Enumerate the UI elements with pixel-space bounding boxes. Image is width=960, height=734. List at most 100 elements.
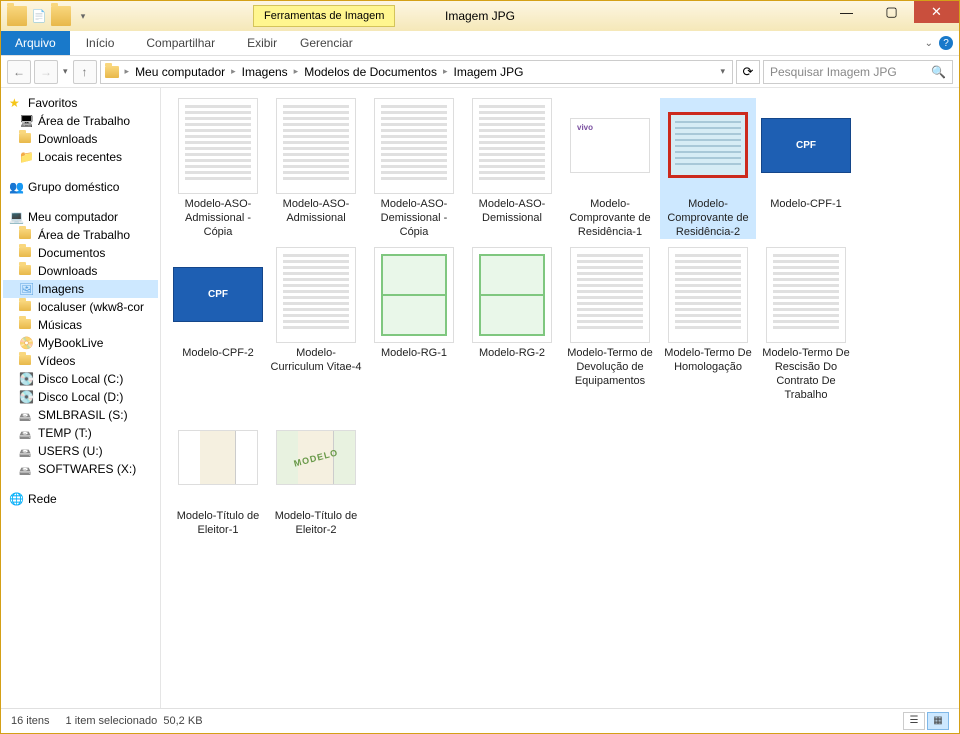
file-item[interactable]: Modelo-ASO-Admissional <box>268 98 364 239</box>
breadcrumb-models[interactable]: Modelos de Documentos <box>304 65 437 79</box>
breadcrumb-images[interactable]: Imagens <box>242 65 288 79</box>
status-bar: 16 itens 1 item selecionado 50,2 KB ☰ ▦ <box>1 708 959 732</box>
title-bar: 📄 ▾ Ferramentas de Imagem Imagem JPG — ▢… <box>1 1 959 31</box>
ribbon-expand-icon[interactable]: ⌄ <box>925 38 933 49</box>
address-bar: ← → ▾ ↑ ▸ Meu computador ▸ Imagens ▸ Mod… <box>1 56 959 88</box>
tree-drive-d[interactable]: 💽Disco Local (D:) <box>3 388 158 406</box>
refresh-button[interactable]: ⟳ <box>736 60 760 84</box>
file-item[interactable]: Modelo-Comprovante de Residência-2 <box>660 98 756 239</box>
file-label: Modelo-Termo De Rescisão Do Contrato De … <box>758 347 854 402</box>
navigation-tree: ★Favoritos 🖥Área de Trabalho Downloads 📁… <box>1 88 161 708</box>
chevron-right-icon[interactable]: ▸ <box>290 66 303 77</box>
help-icon[interactable]: ? <box>939 36 953 50</box>
tree-downloads[interactable]: Downloads <box>3 130 158 148</box>
tree-drive-c[interactable]: 💽Disco Local (C:) <box>3 370 158 388</box>
breadcrumb-root[interactable]: Meu computador <box>135 65 225 79</box>
forward-button[interactable]: → <box>34 60 58 84</box>
file-label: Modelo-Curriculum Vitae-4 <box>268 347 364 375</box>
view-details-button[interactable]: ☰ <box>903 712 925 730</box>
file-thumbnail <box>178 430 258 485</box>
file-item[interactable]: Modelo-ASO-Demissional - Cópia <box>366 98 462 239</box>
file-content-area[interactable]: Modelo-ASO-Admissional - CópiaModelo-ASO… <box>161 88 959 708</box>
file-thumbnail: CPF <box>761 118 851 173</box>
tree-drive-s[interactable]: 🖴SMLBRASIL (S:) <box>3 406 158 424</box>
file-thumbnail <box>374 247 454 343</box>
tree-pc-videos[interactable]: Vídeos <box>3 352 158 370</box>
file-thumbnail <box>276 430 356 485</box>
tree-favorites[interactable]: ★Favoritos <box>3 94 158 112</box>
manage-tab[interactable]: Gerenciar <box>282 36 371 50</box>
file-item[interactable]: CPFModelo-CPF-2 <box>170 247 266 402</box>
ribbon-tabs: Arquivo Início Compartilhar Exibir Geren… <box>1 31 959 56</box>
share-tab[interactable]: Compartilhar <box>130 36 231 50</box>
tree-desktop[interactable]: 🖥Área de Trabalho <box>3 112 158 130</box>
tree-pc-images[interactable]: 🖼Imagens <box>3 280 158 298</box>
status-selected: 1 item selecionado 50,2 KB <box>66 715 203 727</box>
search-placeholder: Pesquisar Imagem JPG <box>770 65 897 79</box>
breadcrumb-current[interactable]: Imagem JPG <box>453 65 523 79</box>
file-label: Modelo-Comprovante de Residência-2 <box>660 198 756 239</box>
back-button[interactable]: ← <box>7 60 31 84</box>
file-label: Modelo-Título de Eleitor-2 <box>268 510 364 538</box>
view-icons-button[interactable]: ▦ <box>927 712 949 730</box>
history-dropdown-icon[interactable]: ▾ <box>61 66 70 77</box>
up-button[interactable]: ↑ <box>73 60 97 84</box>
tree-homegroup[interactable]: 👥Grupo doméstico <box>3 178 158 196</box>
file-tab[interactable]: Arquivo <box>1 31 70 55</box>
tree-pc-mybook[interactable]: 📀MyBookLive <box>3 334 158 352</box>
file-item[interactable]: Modelo-Termo de Devolução de Equipamento… <box>562 247 658 402</box>
qat-dropdown-icon[interactable]: ▾ <box>73 6 93 26</box>
tree-pc-downloads[interactable]: Downloads <box>3 262 158 280</box>
file-thumbnail <box>570 118 650 173</box>
maximize-button[interactable]: ▢ <box>869 1 914 23</box>
file-thumbnail: CPF <box>173 267 263 322</box>
chevron-right-icon[interactable]: ▸ <box>121 66 134 77</box>
file-item[interactable]: Modelo-ASO-Admissional - Cópia <box>170 98 266 239</box>
file-item[interactable]: CPFModelo-CPF-1 <box>758 98 854 239</box>
home-tab[interactable]: Início <box>70 36 131 50</box>
tree-pc[interactable]: 💻Meu computador <box>3 208 158 226</box>
file-item[interactable]: Modelo-Título de Eleitor-1 <box>170 410 266 538</box>
tree-pc-documents[interactable]: Documentos <box>3 244 158 262</box>
tree-drive-t[interactable]: 🖴TEMP (T:) <box>3 424 158 442</box>
file-label: Modelo-Termo de Devolução de Equipamento… <box>562 347 658 388</box>
status-item-count: 16 itens <box>11 715 50 727</box>
file-label: Modelo-ASO-Admissional <box>268 198 364 226</box>
address-dropdown-icon[interactable]: ▾ <box>717 66 728 77</box>
file-item[interactable]: Modelo-Termo De Homologação <box>660 247 756 402</box>
file-thumbnail <box>668 247 748 343</box>
close-button[interactable]: ✕ <box>914 1 959 23</box>
file-item[interactable]: Modelo-ASO-Demissional <box>464 98 560 239</box>
tree-pc-music[interactable]: Músicas <box>3 316 158 334</box>
tree-pc-localuser[interactable]: localuser (wkw8-cor <box>3 298 158 316</box>
file-thumbnail <box>178 98 258 194</box>
file-thumbnail <box>472 247 552 343</box>
file-thumbnail <box>570 247 650 343</box>
search-input[interactable]: Pesquisar Imagem JPG 🔍 <box>763 60 953 84</box>
file-label: Modelo-ASO-Admissional - Cópia <box>170 198 266 239</box>
minimize-button[interactable]: — <box>824 1 869 23</box>
tree-network[interactable]: 🌐Rede <box>3 490 158 508</box>
chevron-right-icon[interactable]: ▸ <box>439 66 452 77</box>
tree-recent[interactable]: 📁Locais recentes <box>3 148 158 166</box>
folder-icon <box>105 66 119 78</box>
tree-drive-x[interactable]: 🖴SOFTWARES (X:) <box>3 460 158 478</box>
file-item[interactable]: Modelo-Comprovante de Residência-1 <box>562 98 658 239</box>
file-label: Modelo-ASO-Demissional - Cópia <box>366 198 462 239</box>
file-item[interactable]: Modelo-RG-1 <box>366 247 462 402</box>
file-thumbnail <box>276 98 356 194</box>
qat-open-icon[interactable] <box>51 6 71 26</box>
window-title: Imagem JPG <box>445 9 515 23</box>
file-item[interactable]: Modelo-Termo De Rescisão Do Contrato De … <box>758 247 854 402</box>
qat-folder-icon[interactable] <box>7 6 27 26</box>
breadcrumb[interactable]: ▸ Meu computador ▸ Imagens ▸ Modelos de … <box>100 60 733 84</box>
qat-properties-icon[interactable]: 📄 <box>29 6 49 26</box>
tree-pc-desktop[interactable]: Área de Trabalho <box>3 226 158 244</box>
chevron-right-icon[interactable]: ▸ <box>227 66 240 77</box>
file-thumbnail <box>374 98 454 194</box>
file-item[interactable]: Modelo-Curriculum Vitae-4 <box>268 247 364 402</box>
file-item[interactable]: Modelo-RG-2 <box>464 247 560 402</box>
file-item[interactable]: Modelo-Título de Eleitor-2 <box>268 410 364 538</box>
file-label: Modelo-RG-1 <box>366 347 462 361</box>
tree-drive-u[interactable]: 🖴USERS (U:) <box>3 442 158 460</box>
